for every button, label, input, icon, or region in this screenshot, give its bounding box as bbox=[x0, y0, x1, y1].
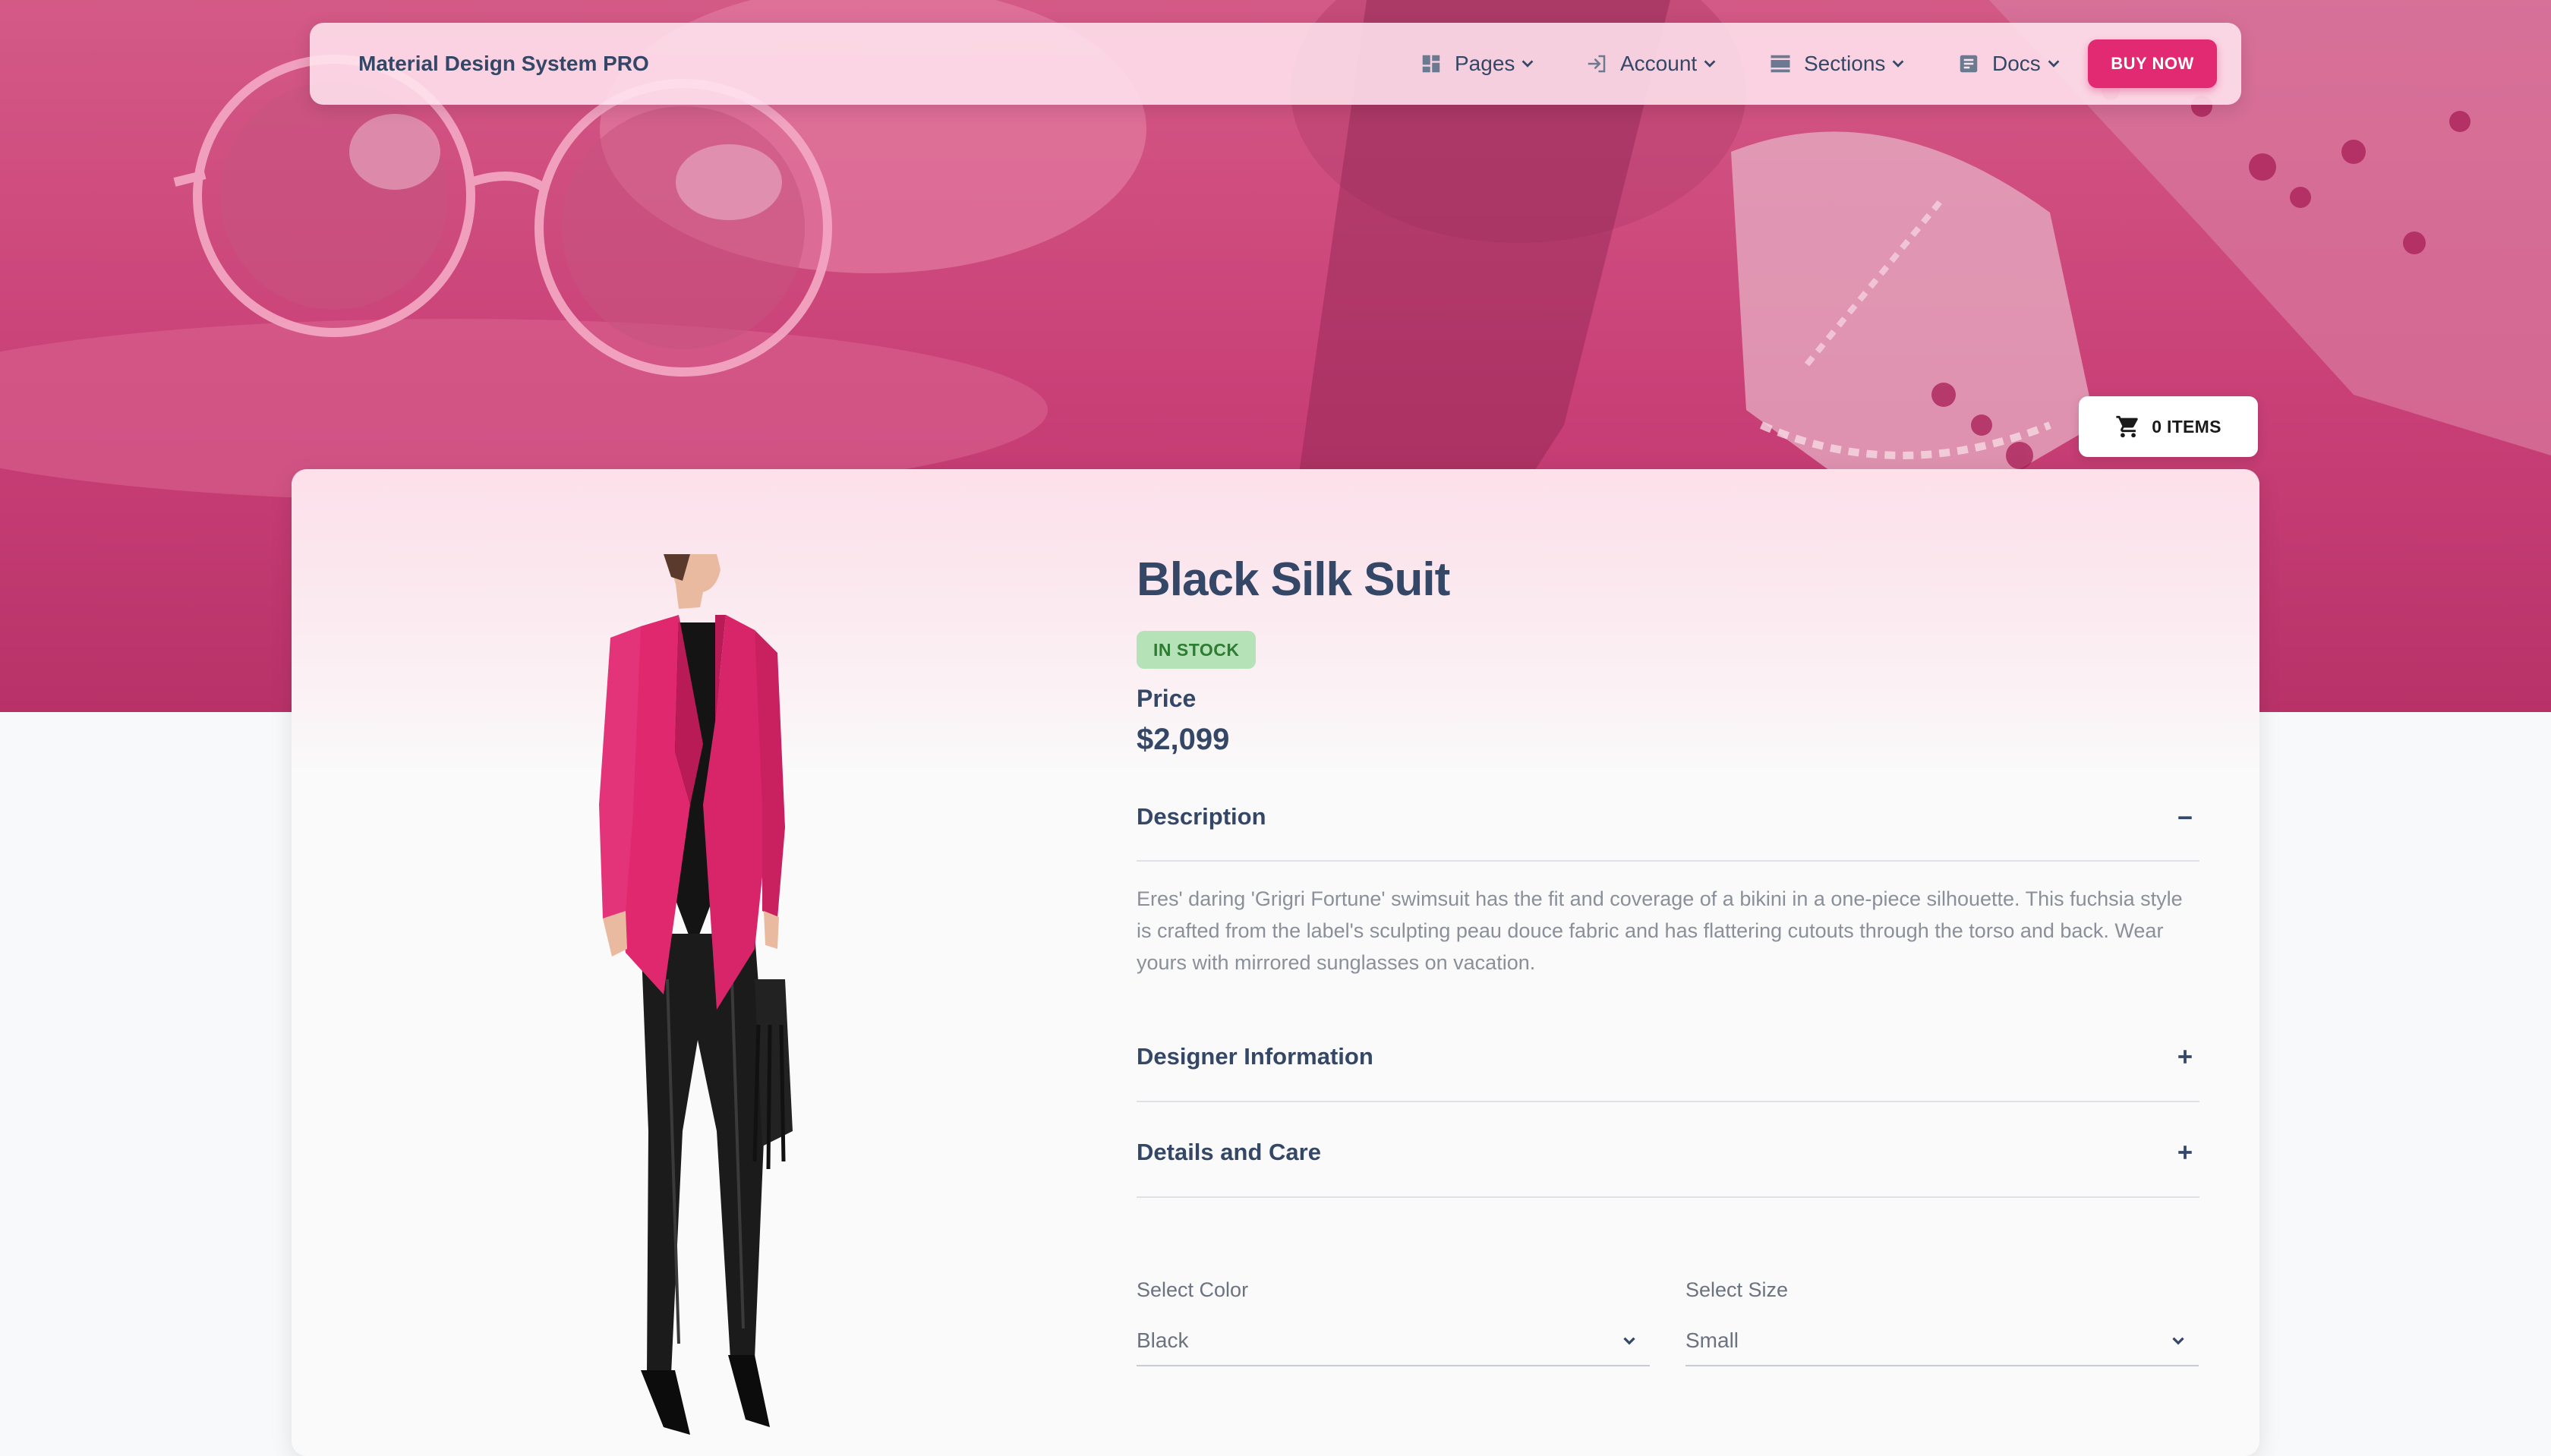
buy-now-button[interactable]: BUY NOW bbox=[2088, 39, 2217, 88]
shopping-cart-icon bbox=[2115, 414, 2141, 440]
product-title: Black Silk Suit bbox=[1137, 553, 1450, 606]
accordion-details-care-header[interactable]: Details and Care bbox=[1137, 1130, 2199, 1175]
nav-item-label: Sections bbox=[1804, 52, 1886, 75]
accordion-description-header[interactable]: Description bbox=[1137, 794, 2199, 840]
nav-item-docs[interactable]: Docs bbox=[1957, 23, 2062, 105]
select-size-label: Select Size bbox=[1685, 1278, 1789, 1301]
select-color-value: Black bbox=[1137, 1328, 1189, 1352]
price-label: Price bbox=[1137, 685, 1197, 712]
accordion-divider bbox=[1137, 1101, 2199, 1102]
chevron-down-icon bbox=[1519, 55, 1536, 72]
dashboard-icon bbox=[1420, 52, 1443, 75]
nav-item-label: Pages bbox=[1455, 52, 1515, 75]
select-color-dropdown[interactable]: Black bbox=[1137, 1316, 1650, 1366]
chevron-down-icon bbox=[1619, 1331, 1639, 1350]
chevron-down-icon bbox=[1701, 55, 1718, 72]
accordion-designer-info-header[interactable]: Designer Information bbox=[1137, 1034, 2199, 1079]
top-navbar: Material Design System PRO Pages Account… bbox=[310, 23, 2241, 105]
plus-icon bbox=[2174, 1141, 2196, 1164]
product-image bbox=[599, 554, 793, 1435]
accordion-divider bbox=[1137, 1196, 2199, 1198]
select-size-dropdown[interactable]: Small bbox=[1685, 1316, 2199, 1366]
brand-logo-text[interactable]: Material Design System PRO bbox=[358, 23, 649, 105]
nav-item-label: Account bbox=[1620, 52, 1698, 75]
price-value: $2,099 bbox=[1137, 723, 1230, 756]
accordion-title: Designer Information bbox=[1137, 1043, 1373, 1070]
accordion-divider bbox=[1137, 860, 2199, 862]
product-card: Black Silk Suit IN STOCK Price $2,099 De… bbox=[292, 469, 2259, 1456]
login-icon bbox=[1585, 52, 1608, 75]
select-size-value: Small bbox=[1685, 1328, 1739, 1352]
nav-item-label: Docs bbox=[1992, 52, 2041, 75]
minus-icon bbox=[2174, 805, 2196, 828]
chevron-down-icon bbox=[2168, 1331, 2188, 1350]
status-badge: IN STOCK bbox=[1137, 631, 1257, 669]
nav-item-sections[interactable]: Sections bbox=[1769, 23, 1906, 105]
article-icon bbox=[1957, 52, 1980, 75]
nav-item-account[interactable]: Account bbox=[1585, 23, 1718, 105]
plus-icon bbox=[2174, 1045, 2196, 1068]
chevron-down-icon bbox=[1890, 55, 1906, 72]
nav-item-pages[interactable]: Pages bbox=[1420, 23, 1536, 105]
cart-button[interactable]: 0 ITEMS bbox=[2079, 396, 2258, 457]
description-text: Eres' daring 'Grigri Fortune' swimsuit h… bbox=[1137, 887, 2183, 974]
accordion-title: Description bbox=[1137, 803, 1266, 830]
select-color-label: Select Color bbox=[1137, 1278, 1249, 1301]
accordion-title: Details and Care bbox=[1137, 1139, 1321, 1165]
chevron-down-icon bbox=[2045, 55, 2062, 72]
view-day-icon bbox=[1769, 52, 1792, 75]
cart-label: 0 ITEMS bbox=[2152, 416, 2221, 436]
